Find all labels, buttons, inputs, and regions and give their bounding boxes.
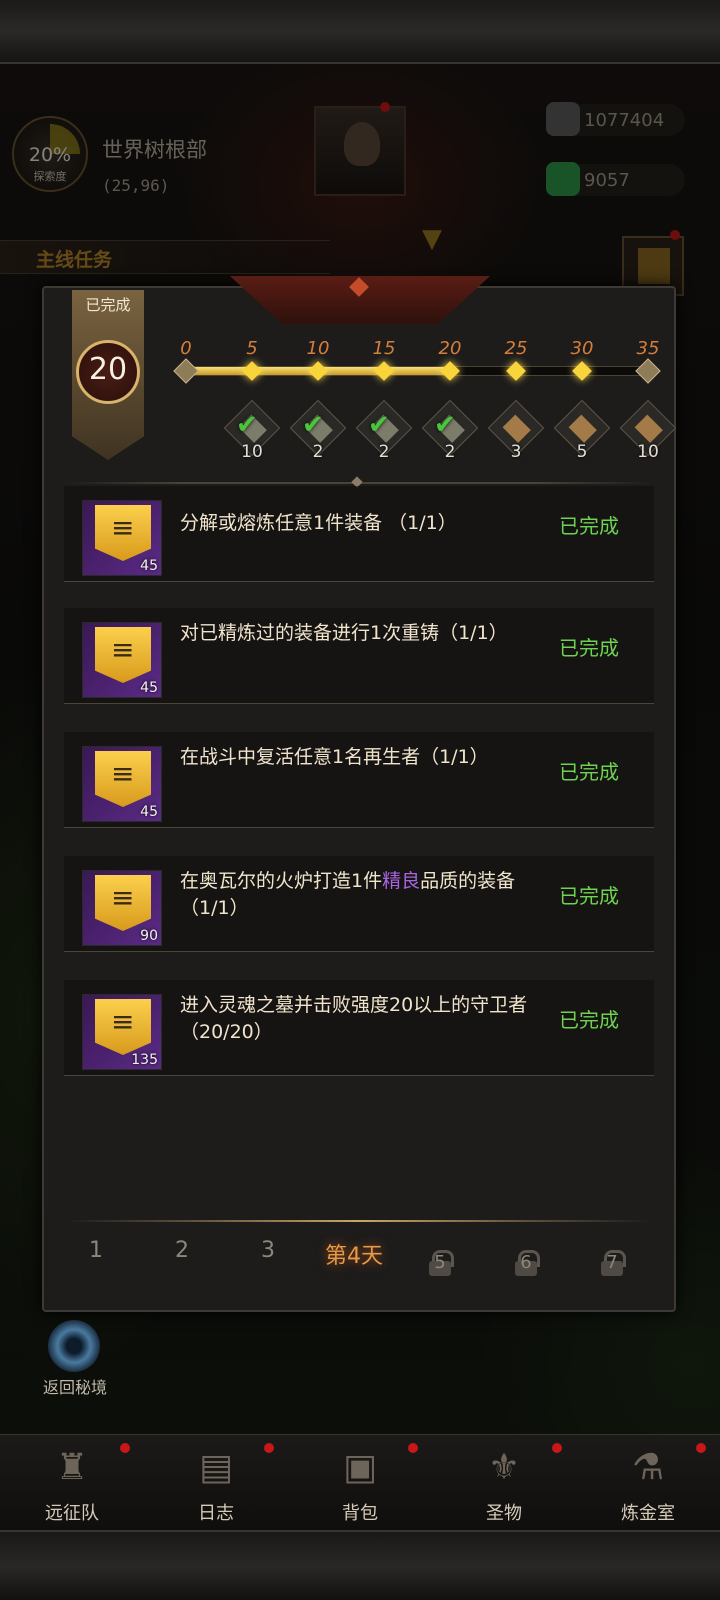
progress-tick-label: 30: [570, 338, 594, 359]
banner-flag-icon: [95, 875, 151, 931]
progress-tick-label: 35: [636, 338, 660, 359]
task-row[interactable]: 135 进入灵魂之墓并击败强度20以上的守卫者 （20/20） 已完成: [64, 980, 654, 1076]
nav-badge: [696, 1443, 706, 1453]
progress-tick-label: 5: [246, 338, 258, 359]
milestone-reward[interactable]: ✔ 2: [289, 399, 347, 462]
completion-count: 20: [88, 352, 128, 387]
milestone-reward[interactable]: 5: [553, 399, 611, 462]
checkmark-icon: ✔: [434, 410, 456, 440]
nav-relic[interactable]: ⚜ 圣物: [432, 1435, 576, 1531]
backpack-icon: ▣: [342, 1447, 377, 1488]
task-description: 进入灵魂之墓并击败强度20以上的守卫者 （20/20）: [180, 994, 528, 1043]
checkmark-icon: ✔: [368, 410, 390, 440]
nav-label: 炼金室: [621, 1503, 675, 1524]
task-text-part: 在奥瓦尔的火炉打造1件: [180, 870, 383, 892]
reward-quantity: 5: [576, 442, 588, 462]
nav-backpack[interactable]: ▣ 背包: [288, 1435, 432, 1531]
milestone-reward[interactable]: ✔ 10: [223, 399, 281, 462]
task-status: 已完成: [559, 884, 619, 908]
day-tab[interactable]: 2: [142, 1238, 222, 1263]
task-description: 对已精炼过的装备进行1次重铸（1/1）: [180, 622, 508, 644]
portal-icon[interactable]: [48, 1320, 100, 1372]
task-reward-points: 45: [140, 804, 158, 820]
bottom-nav: ♜ 远征队 ▤ 日志 ▣ 背包 ⚜ 圣物 ⚗ 炼金室: [0, 1434, 720, 1530]
task-reward-icon: 135: [82, 994, 162, 1070]
progress-tick-label: 0: [180, 338, 192, 359]
task-description: 分解或熔炼任意1件装备 （1/1）: [180, 512, 457, 534]
journal-icon: ▤: [198, 1447, 233, 1488]
reward-quantity: 2: [312, 442, 324, 462]
day-tab-locked[interactable]: 6: [514, 1252, 538, 1273]
checkmark-icon: ✔: [302, 410, 324, 440]
banner-flag-icon: [95, 505, 151, 561]
milestone-reward[interactable]: ✔ 2: [355, 399, 413, 462]
day-tab-locked[interactable]: 5: [428, 1252, 452, 1273]
task-reward-points: 135: [131, 1052, 158, 1068]
return-button-label[interactable]: 返回秘境: [30, 1374, 120, 1398]
task-reward-points: 45: [140, 558, 158, 574]
day-tab[interactable]: 1: [56, 1238, 136, 1263]
nav-label: 背包: [342, 1503, 378, 1524]
task-status: 已完成: [559, 636, 619, 660]
divider: [64, 482, 654, 484]
bottom-frame: [0, 1530, 720, 1600]
task-row[interactable]: 45 对已精炼过的装备进行1次重铸（1/1） 已完成: [64, 608, 654, 704]
checkmark-icon: ✔: [236, 410, 258, 440]
day-tab-locked[interactable]: 7: [600, 1252, 624, 1273]
banner-flag-icon: [95, 627, 151, 683]
task-row[interactable]: 45 在战斗中复活任意1名再生者（1/1） 已完成: [64, 732, 654, 828]
task-reward-points: 45: [140, 680, 158, 696]
task-row[interactable]: 90 在奥瓦尔的火炉打造1件精良品质的装备 （1/1） 已完成: [64, 856, 654, 952]
task-reward-icon: 45: [82, 746, 162, 822]
nav-journal[interactable]: ▤ 日志: [144, 1435, 288, 1531]
nav-label: 远征队: [45, 1503, 99, 1524]
nav-badge: [120, 1443, 130, 1453]
completion-banner-label: 已完成: [85, 296, 131, 314]
task-row[interactable]: 45 分解或熔炼任意1件装备 （1/1） 已完成: [64, 486, 654, 582]
milestone-reward[interactable]: ✔ 2: [421, 399, 479, 462]
banner-flag-icon: [95, 751, 151, 807]
progress-tick-label: 15: [372, 338, 396, 359]
nav-badge: [264, 1443, 274, 1453]
progress-tick-label: 25: [504, 338, 528, 359]
task-reward-icon: 90: [82, 870, 162, 946]
nav-alchemy[interactable]: ⚗ 炼金室: [576, 1435, 720, 1531]
reward-quantity: 10: [241, 442, 263, 462]
reward-quantity: 2: [444, 442, 456, 462]
reward-quantity: 2: [378, 442, 390, 462]
nav-badge: [408, 1443, 418, 1453]
task-description: 在奥瓦尔的火炉打造1件精良品质的装备 （1/1）: [180, 868, 530, 922]
banner-flag-icon: [95, 999, 151, 1055]
task-status: 已完成: [559, 1008, 619, 1032]
progress-tick-label: 10: [306, 338, 330, 359]
nav-label: 圣物: [486, 1503, 522, 1524]
task-status: 已完成: [559, 760, 619, 784]
reward-quantity: 3: [510, 442, 522, 462]
milestone-reward[interactable]: 10: [619, 399, 677, 462]
task-status: 已完成: [559, 514, 619, 538]
alchemy-icon: ⚗: [631, 1447, 665, 1488]
nav-badge: [552, 1443, 562, 1453]
task-reward-points: 90: [140, 928, 158, 944]
reward-quantity: 10: [637, 442, 659, 462]
nav-label: 日志: [198, 1503, 234, 1524]
quality-highlight: 精良: [382, 870, 421, 892]
top-frame: [0, 0, 720, 64]
relic-icon: ⚜: [487, 1447, 521, 1488]
task-description: 在战斗中复活任意1名再生者（1/1）: [180, 746, 489, 768]
day-tab-active[interactable]: 第4天: [314, 1238, 394, 1270]
milestone-reward[interactable]: 3: [487, 399, 545, 462]
progress-tick-label: 20: [438, 338, 462, 359]
day-tab[interactable]: 3: [228, 1238, 308, 1263]
task-reward-icon: 45: [82, 500, 162, 576]
helmet-icon: ♜: [55, 1447, 89, 1488]
nav-expedition[interactable]: ♜ 远征队: [0, 1435, 144, 1531]
task-reward-icon: 45: [82, 622, 162, 698]
